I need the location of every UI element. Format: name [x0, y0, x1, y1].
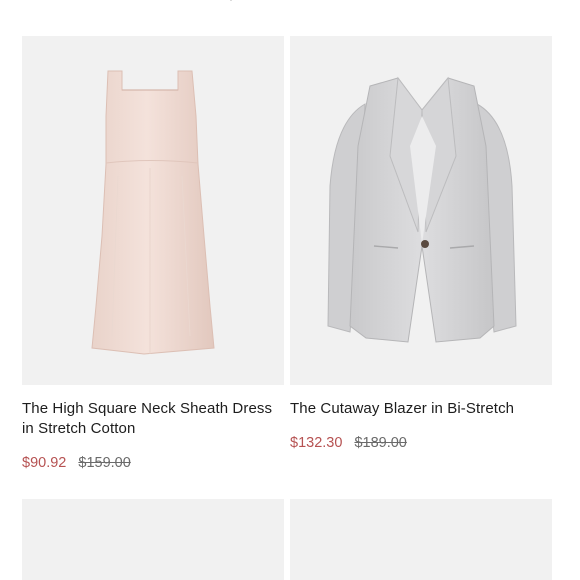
product-image[interactable] — [22, 36, 284, 385]
product-card[interactable]: The High Square Neck Sheath Dress in Str… — [22, 36, 284, 473]
product-card[interactable] — [290, 499, 552, 580]
product-card[interactable] — [22, 499, 284, 580]
original-price: $189.00 — [354, 435, 407, 451]
dress-image — [91, 70, 215, 355]
product-title[interactable]: The Cutaway Blazer in Bi-Stretch — [290, 399, 552, 419]
product-image[interactable] — [22, 499, 284, 580]
price-row: $132.30 $189.00 — [290, 433, 552, 453]
price-row: $90.92 $159.00 — [22, 453, 284, 473]
product-card[interactable]: The Cutaway Blazer in Bi-Stretch $132.30… — [290, 36, 552, 453]
product-image[interactable] — [290, 36, 552, 385]
sale-price: $90.92 — [22, 455, 67, 471]
blazer-image — [327, 76, 517, 343]
product-listing-page: The High Square Neck Sheath Dress in Str… — [0, 0, 580, 580]
original-price: $159.00 — [78, 455, 131, 471]
product-image[interactable] — [290, 499, 552, 580]
heading-glyph-fragment — [230, 0, 232, 1]
sale-price: $132.30 — [290, 435, 343, 451]
product-title[interactable]: The High Square Neck Sheath Dress in Str… — [22, 399, 284, 439]
section-heading-fragment — [0, 0, 580, 6]
